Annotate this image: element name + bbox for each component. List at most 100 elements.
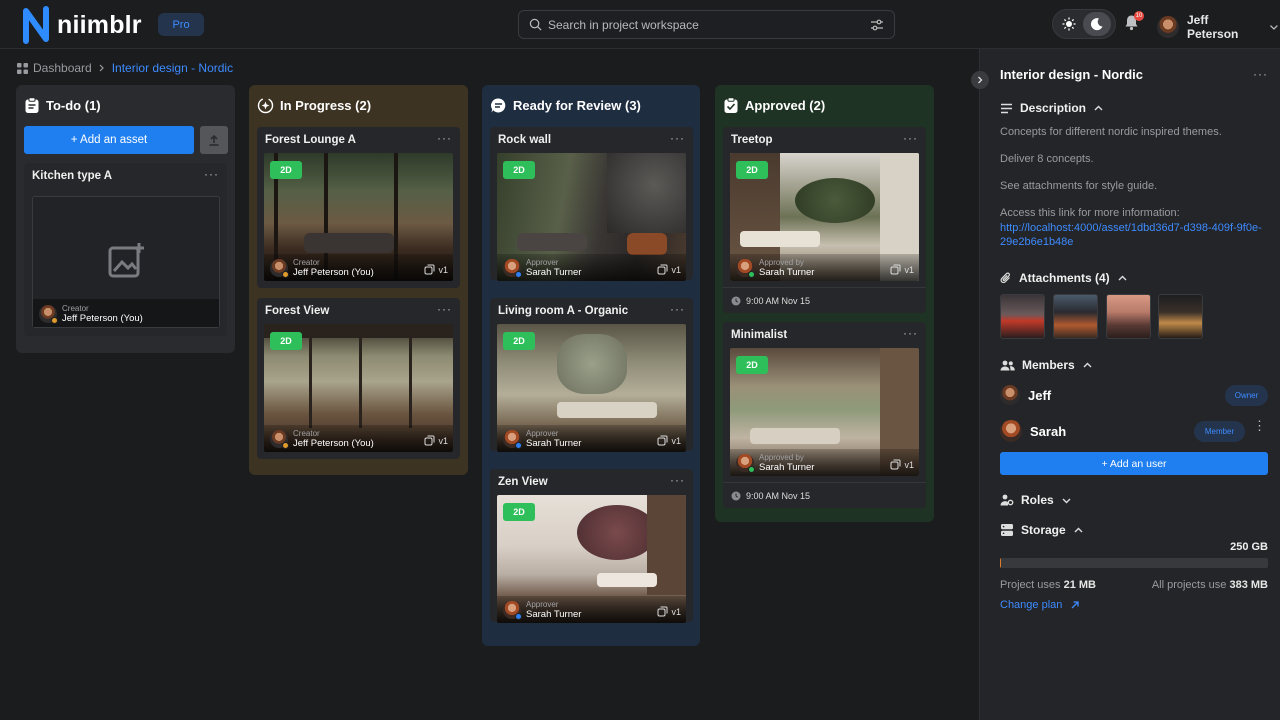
filter-icon[interactable]	[870, 19, 884, 31]
asset-card[interactable]: Forest Lounge A ··· 2D Creator Jeff Peter…	[257, 127, 460, 288]
chevron-down-icon	[1062, 498, 1071, 503]
description-line: Deliver 8 concepts.	[1000, 153, 1094, 165]
chevron-up-icon	[1074, 527, 1083, 532]
person-label: Approver	[526, 429, 559, 438]
member-row: Jeff	[1000, 385, 1051, 405]
column-title: In Progress (2)	[257, 97, 371, 114]
theme-toggle[interactable]	[1052, 9, 1116, 39]
all-projects-usage: All projects use 383 MB	[1152, 579, 1268, 591]
asset-thumbnail[interactable]: 2D Approver Sarah Turner v1	[497, 153, 686, 281]
asset-thumbnail[interactable]: 2D Approver Sarah Turner v1	[497, 324, 686, 452]
member-menu-button[interactable]: ⋮	[1253, 419, 1266, 432]
dark-mode-button[interactable]	[1083, 12, 1111, 36]
column-in-progress-title: In Progress (2)	[280, 98, 372, 113]
asset-thumbnail[interactable]: 2D Creator Jeff Peterson (You) v1	[264, 153, 453, 281]
versions-icon	[657, 606, 668, 617]
card-title: Treetop	[731, 134, 773, 146]
change-plan-link[interactable]: Change plan	[1000, 599, 1080, 611]
members-section-header[interactable]: Members	[1000, 358, 1093, 372]
asset-card[interactable]: Kitchen type A ··· Creator Jeff Peterson …	[24, 163, 227, 336]
search-input[interactable]: Search in project workspace	[548, 18, 870, 32]
person-label: Creator	[293, 258, 320, 267]
member-role-badge[interactable]: Owner	[1225, 385, 1268, 406]
member-role-badge[interactable]: Member	[1194, 421, 1245, 442]
member-avatar	[1000, 420, 1022, 442]
card-title: Forest View	[265, 305, 330, 317]
storage-section-header[interactable]: Storage	[1000, 523, 1084, 537]
asset-card[interactable]: Forest View ··· 2D Creator Jeff Peterson …	[257, 298, 460, 459]
asset-card[interactable]: Zen View ··· 2D Approver Sarah Turner v1	[490, 469, 693, 623]
user-menu[interactable]: Jeff Peterson	[1157, 13, 1280, 41]
column-todo: To-do (1) + Add an asset Kitchen type A …	[16, 85, 235, 353]
version-label: v1	[904, 459, 914, 470]
asset-thumbnail[interactable]: 2D Approved by Sarah Turner v1	[730, 348, 919, 476]
attachment-thumbnail[interactable]	[1000, 294, 1045, 339]
card-menu-button[interactable]: ···	[204, 167, 219, 181]
asset-card[interactable]: Rock wall ··· 2D Approver Sarah Turner v1	[490, 127, 693, 281]
asset-card[interactable]: Treetop ··· 2D Approved by Sarah Turner v…	[723, 127, 926, 313]
card-menu-button[interactable]: ···	[670, 302, 685, 316]
upload-button[interactable]	[200, 126, 228, 154]
approver-info: Approver Sarah Turner	[503, 258, 581, 278]
approval-time-label: 9:00 AM Nov 15	[746, 296, 811, 306]
attachment-thumbnail[interactable]	[1053, 294, 1098, 339]
card-menu-button[interactable]: ···	[670, 473, 685, 487]
approver-avatar	[736, 454, 755, 473]
description-line: See attachments for style guide.	[1000, 180, 1158, 192]
breadcrumb-current[interactable]: Interior design - Nordic	[112, 61, 233, 75]
attachment-thumbnail[interactable]	[1158, 294, 1203, 339]
format-badge: 2D	[736, 161, 768, 179]
progress-icon	[257, 97, 274, 114]
card-menu-button[interactable]: ···	[670, 131, 685, 145]
asset-card[interactable]: Minimalist ··· 2D Approved by Sarah Turne…	[723, 322, 926, 508]
asset-thumbnail[interactable]: 2D Approver Sarah Turner v1	[497, 495, 686, 623]
roles-section-header[interactable]: Roles	[1000, 493, 1072, 507]
badge-label: 2D	[746, 165, 758, 175]
notifications-button[interactable]: 10	[1124, 11, 1144, 34]
versions-icon	[657, 264, 668, 275]
version-indicator: v1	[657, 264, 681, 275]
light-mode-button[interactable]	[1055, 12, 1083, 36]
description-section-header[interactable]: Description	[1000, 101, 1104, 115]
notification-count-badge: 10	[1134, 11, 1144, 21]
logo[interactable]: niimblr	[22, 5, 142, 45]
card-menu-button[interactable]: ···	[437, 131, 452, 145]
approval-time: 9:00 AM Nov 15	[731, 486, 925, 506]
column-todo-title: To-do (1)	[46, 98, 101, 113]
card-menu-button[interactable]: ···	[437, 302, 452, 316]
versions-icon	[890, 264, 901, 275]
panel-menu-button[interactable]: ···	[1253, 67, 1268, 81]
attachments-section-header[interactable]: Attachments (4)	[1000, 271, 1128, 285]
image-placeholder: Creator Jeff Peterson (You)	[32, 196, 220, 328]
asset-card[interactable]: Living room A - Organic ··· 2D Approver S…	[490, 298, 693, 452]
attachment-thumbnail[interactable]	[1106, 294, 1151, 339]
card-title: Minimalist	[731, 329, 788, 341]
approver-avatar	[503, 601, 522, 620]
badge-label: 2D	[513, 507, 525, 517]
chevron-up-icon	[1094, 105, 1103, 110]
storage-heading: Storage	[1021, 523, 1066, 537]
approver-info: Approver Sarah Turner	[503, 429, 581, 449]
person-name: Jeff Peterson (You)	[62, 313, 143, 324]
member-name: Jeff	[1028, 387, 1052, 403]
niimblr-logo-icon	[23, 6, 49, 44]
project-usage-label: Project uses	[1000, 579, 1061, 591]
creator-info: Creator Jeff Peterson (You)	[270, 258, 374, 278]
breadcrumb-dashboard[interactable]: Dashboard	[33, 61, 92, 75]
sun-icon	[1062, 17, 1076, 31]
versions-icon	[890, 459, 901, 470]
creator-avatar	[270, 259, 289, 278]
add-asset-button[interactable]: + Add an asset	[24, 126, 194, 154]
search-bar[interactable]: Search in project workspace	[518, 10, 895, 39]
collapse-panel-button[interactable]	[971, 71, 989, 89]
add-user-button[interactable]: + Add an user	[1000, 452, 1268, 475]
version-indicator: v1	[657, 435, 681, 446]
asset-thumbnail[interactable]: 2D Creator Jeff Peterson (You) v1	[264, 324, 453, 452]
breadcrumb: Dashboard Interior design - Nordic	[17, 61, 233, 75]
badge-label: 2D	[746, 360, 758, 370]
card-menu-button[interactable]: ···	[903, 131, 918, 145]
project-usage-value: 21 MB	[1063, 579, 1096, 591]
asset-thumbnail[interactable]: 2D Approved by Sarah Turner v1	[730, 153, 919, 281]
description-link[interactable]: http://localhost:4000/asset/1dbd36d7-d39…	[1000, 221, 1262, 249]
card-menu-button[interactable]: ···	[903, 326, 918, 340]
